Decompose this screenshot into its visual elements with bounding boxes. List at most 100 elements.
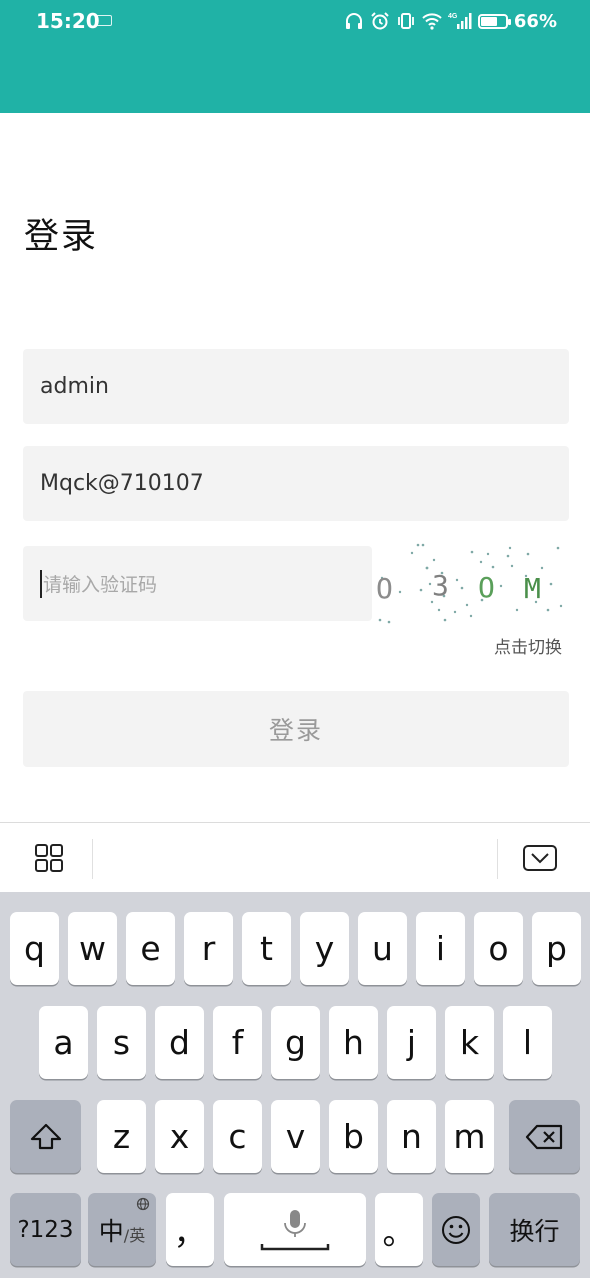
key-label: w — [79, 929, 106, 968]
key-w[interactable]: w — [68, 912, 117, 985]
alarm-icon — [371, 12, 389, 30]
key-h[interactable]: h — [329, 1006, 378, 1079]
language-key-sub: /英 — [123, 1225, 146, 1245]
key-p[interactable]: p — [532, 912, 581, 985]
key-label: g — [285, 1023, 306, 1062]
key-label: p — [546, 929, 567, 968]
captcha-char: O — [376, 572, 393, 605]
captcha-image[interactable]: O 3 O M — [372, 540, 568, 628]
key-f[interactable]: f — [213, 1006, 262, 1079]
key-l[interactable]: l — [503, 1006, 552, 1079]
enter-key[interactable]: 换行 — [489, 1193, 580, 1266]
language-key[interactable]: 中/英 — [88, 1193, 156, 1266]
signal-icon: 4G — [448, 13, 472, 29]
keyboard-toolbar — [0, 822, 590, 892]
battery-percent: 66% — [513, 10, 557, 32]
key-n[interactable]: n — [387, 1100, 436, 1173]
key-r[interactable]: r — [184, 912, 233, 985]
login-button[interactable]: 登录 — [23, 691, 569, 767]
captcha-input[interactable]: 请输入验证码 — [23, 546, 372, 621]
key-e[interactable]: e — [126, 912, 175, 985]
username-field[interactable]: admin — [23, 349, 569, 424]
key-label: f — [231, 1023, 244, 1062]
key-label: v — [285, 1117, 306, 1156]
toolbar-divider — [92, 839, 93, 879]
period-key[interactable]: 。 — [375, 1193, 423, 1266]
status-icons: 4G 66% — [344, 9, 557, 33]
key-label: s — [112, 1023, 131, 1062]
key-x[interactable]: x — [155, 1100, 204, 1173]
key-y[interactable]: y — [300, 912, 349, 985]
microphone-icon — [260, 1209, 330, 1250]
space-key[interactable] — [224, 1193, 366, 1266]
key-m[interactable]: m — [445, 1100, 494, 1173]
key-t[interactable]: t — [242, 912, 291, 985]
grid-icon[interactable] — [34, 843, 64, 873]
password-value: Mqck@710107 — [40, 471, 204, 496]
globe-icon — [136, 1197, 150, 1211]
keyboard-hide-icon[interactable] — [522, 843, 558, 873]
shift-icon — [30, 1123, 61, 1149]
period-key-label: 。 — [382, 1212, 416, 1252]
key-label: q — [24, 929, 45, 968]
key-z[interactable]: z — [97, 1100, 146, 1173]
key-label: x — [169, 1117, 190, 1156]
key-label: e — [140, 929, 161, 968]
key-v[interactable]: v — [271, 1100, 320, 1173]
key-label: u — [372, 929, 393, 968]
key-c[interactable]: c — [213, 1100, 262, 1173]
numbers-key-label: ?123 — [17, 1216, 74, 1243]
key-label: d — [169, 1023, 190, 1062]
password-field[interactable]: Mqck@710107 — [23, 446, 569, 521]
key-label: b — [343, 1117, 364, 1156]
key-s[interactable]: s — [97, 1006, 146, 1079]
emoji-key[interactable] — [432, 1193, 480, 1266]
text-cursor — [40, 569, 42, 598]
captcha-char: 3 — [432, 569, 449, 602]
key-u[interactable]: u — [358, 912, 407, 985]
key-a[interactable]: a — [39, 1006, 88, 1079]
comma-key[interactable]: ， — [166, 1193, 214, 1266]
shift-key[interactable] — [10, 1100, 81, 1173]
keyboard: qwertyuiop asdfghjkl zxcvbnm ?123 中/英 ， … — [0, 892, 590, 1278]
key-label: h — [343, 1023, 364, 1062]
language-key-main: 中 — [98, 1216, 124, 1246]
headphones-icon — [345, 13, 362, 29]
key-label: j — [406, 1023, 417, 1062]
comma-key-label: ， — [173, 1212, 207, 1252]
key-label: n — [401, 1117, 422, 1156]
key-label: i — [435, 929, 446, 968]
key-label: m — [453, 1117, 486, 1156]
backspace-key[interactable] — [509, 1100, 580, 1173]
key-b[interactable]: b — [329, 1100, 378, 1173]
username-value: admin — [40, 374, 109, 399]
key-label: a — [53, 1023, 74, 1062]
key-label: z — [112, 1117, 131, 1156]
wifi-icon — [422, 13, 442, 30]
key-label: l — [522, 1023, 533, 1062]
captcha-char: M — [524, 572, 541, 605]
key-d[interactable]: d — [155, 1006, 204, 1079]
enter-key-label: 换行 — [509, 1216, 560, 1246]
key-i[interactable]: i — [416, 912, 465, 985]
captcha-placeholder: 请输入验证码 — [43, 574, 158, 596]
toolbar-divider — [497, 839, 498, 879]
key-label: k — [459, 1023, 480, 1062]
page-title: 登录 — [24, 217, 99, 257]
key-label: t — [260, 929, 273, 968]
key-j[interactable]: j — [387, 1006, 436, 1079]
key-o[interactable]: o — [474, 912, 523, 985]
key-g[interactable]: g — [271, 1006, 320, 1079]
key-q[interactable]: q — [10, 912, 59, 985]
keyboard-icon — [96, 15, 112, 26]
captcha-switch-link[interactable]: 点击切换 — [494, 633, 562, 658]
key-label: c — [228, 1117, 247, 1156]
backspace-icon — [525, 1124, 562, 1149]
battery-icon — [477, 13, 511, 29]
vibrate-icon — [398, 13, 414, 29]
numbers-key[interactable]: ?123 — [10, 1193, 81, 1266]
svg-text:4G: 4G — [448, 13, 458, 20]
key-k[interactable]: k — [445, 1006, 494, 1079]
key-label: y — [314, 929, 335, 968]
key-label: r — [201, 929, 216, 968]
